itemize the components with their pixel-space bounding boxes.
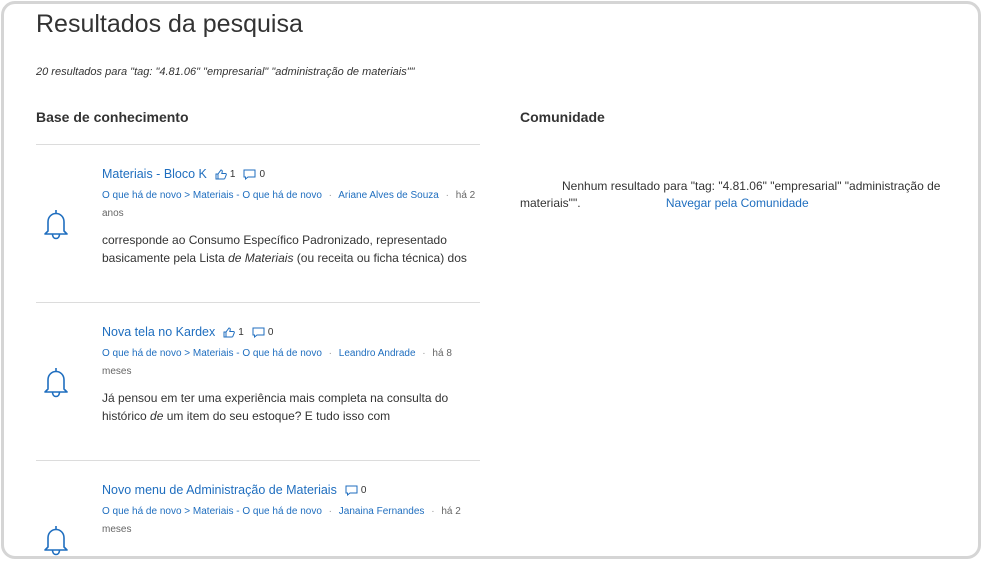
browse-community-link[interactable]: Navegar pela Comunidade (666, 196, 809, 210)
separator: · (328, 190, 332, 201)
bell-icon (44, 526, 68, 556)
result-excerpt: corresponde ao Consumo Específico Padron… (102, 233, 467, 265)
separator: · (328, 506, 332, 517)
bell-icon (44, 368, 68, 398)
result-excerpt: Já pensou em ter uma experiência mais co… (102, 391, 449, 423)
community-heading: Comunidade (520, 109, 605, 125)
breadcrumb-link[interactable]: > Materiais - O que há de novo (184, 348, 322, 359)
result-meta: O que há de novo > Materiais - O que há … (102, 503, 482, 539)
comments-count: 0 (252, 327, 273, 338)
author-link[interactable]: Janaina Fernandes (339, 506, 425, 517)
separator: · (445, 190, 449, 201)
thumbs-up-icon (215, 168, 227, 179)
comments-count: 0 (243, 169, 265, 180)
comment-icon (345, 485, 358, 496)
comment-icon (252, 327, 265, 338)
author-link[interactable]: Leandro Andrade (339, 348, 416, 359)
result-meta: O que há de novo > Materiais - O que há … (102, 345, 482, 381)
comment-icon (243, 169, 256, 180)
breadcrumb-link[interactable]: > Materiais - O que há de novo (184, 506, 322, 517)
list-item: Materiais - Bloco K 1 0 O que há de novo… (36, 145, 480, 302)
result-title-link[interactable]: Materiais - Bloco K (102, 167, 207, 181)
comments-count: 0 (345, 485, 366, 496)
likes-count: 1 (223, 327, 244, 338)
breadcrumb-link[interactable]: O que há de novo (102, 190, 182, 201)
knowledge-base-heading: Base de conhecimento (36, 109, 189, 125)
result-title-link[interactable]: Novo menu de Administração de Materiais (102, 483, 337, 497)
breadcrumb-link[interactable]: O que há de novo (102, 348, 182, 359)
result-title-link[interactable]: Nova tela no Kardex (102, 325, 215, 339)
knowledge-base-results: Materiais - Bloco K 1 0 O que há de novo… (36, 144, 482, 556)
results-summary: 20 resultados para "tag: "4.81.06" "empr… (36, 66, 415, 78)
thumbs-up-icon (223, 326, 236, 337)
result-meta: O que há de novo > Materiais - O que há … (102, 187, 482, 223)
breadcrumb-link[interactable]: > Materiais - O que há de novo (184, 190, 322, 201)
list-item: Novo menu de Administração de Materiais … (36, 461, 482, 556)
separator: · (431, 506, 435, 517)
results-panel: Resultados da pesquisa 20 resultados par… (1, 1, 981, 559)
bell-icon (44, 210, 68, 240)
list-item: Nova tela no Kardex 1 0 O que há de novo… (36, 303, 480, 460)
separator: · (422, 348, 426, 359)
page-title: Resultados da pesquisa (36, 10, 303, 38)
author-link[interactable]: Ariane Alves de Souza (338, 190, 439, 201)
community-no-results: Nenhum resultado para "tag: "4.81.06" "e… (520, 178, 970, 212)
separator: · (328, 348, 332, 359)
likes-count: 1 (215, 168, 235, 180)
breadcrumb-link[interactable]: O que há de novo (102, 506, 182, 517)
